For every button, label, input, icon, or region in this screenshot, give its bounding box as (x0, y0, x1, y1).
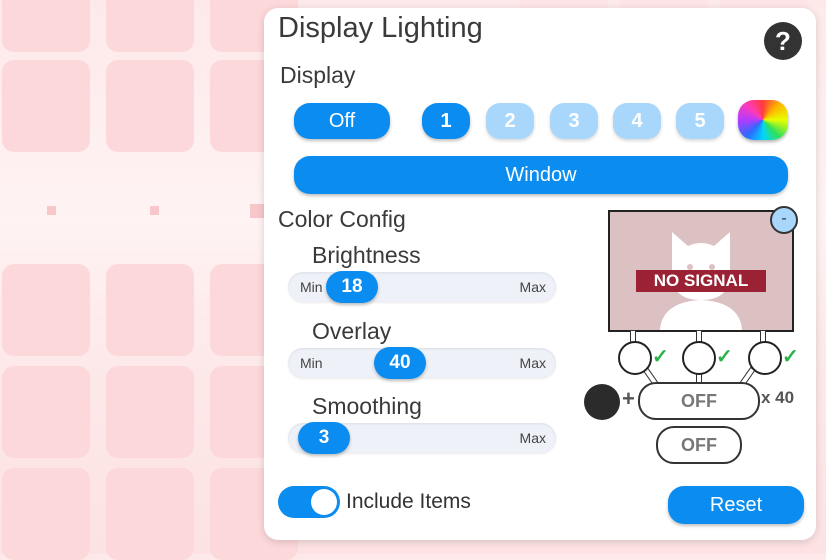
check-icon: ✓ (716, 346, 733, 368)
bg-tile (2, 0, 90, 52)
window-button[interactable]: Window (294, 156, 788, 194)
bg-tile (2, 60, 90, 152)
bg-dot (250, 204, 264, 218)
bg-dot (47, 206, 56, 215)
help-button[interactable]: ? (764, 22, 802, 60)
overlay-label: Overlay (312, 318, 392, 344)
preview-monitor: NO SIGNAL (608, 210, 794, 332)
bg-tile (106, 468, 194, 560)
smoothing-thumb[interactable]: 3 (298, 422, 350, 454)
overlay-max-label: Max (519, 355, 546, 371)
input-node-1[interactable] (618, 341, 652, 375)
brightness-slider[interactable]: Min Max 18 (288, 271, 556, 303)
bg-dot (150, 206, 159, 215)
rainbow-color-button[interactable] (738, 100, 788, 140)
color-config-section-label: Color Config (278, 206, 406, 232)
brightness-min-label: Min (300, 279, 323, 295)
output-pill-2[interactable]: OFF (656, 426, 742, 464)
display-off-button[interactable]: Off (294, 103, 390, 139)
brightness-thumb[interactable]: 18 (326, 271, 378, 303)
display-button-3[interactable]: 3 (550, 103, 598, 139)
bg-tile (106, 264, 194, 356)
smoothing-max-label: Max (519, 430, 546, 446)
bg-tile (106, 366, 194, 458)
display-section-label: Display (280, 62, 356, 88)
display-button-1[interactable]: 1 (422, 103, 470, 139)
display-button-2[interactable]: 2 (486, 103, 534, 139)
bg-tile (106, 0, 194, 52)
panel-title: Display Lighting (278, 12, 483, 44)
brightness-label: Brightness (312, 242, 421, 268)
output-pill-1[interactable]: OFF (638, 382, 760, 420)
overlay-slider[interactable]: Min Max 40 (288, 347, 556, 379)
smoothing-label: Smoothing (312, 393, 422, 419)
input-node-2[interactable] (682, 341, 716, 375)
bg-tile (2, 264, 90, 356)
display-lighting-panel: Display Lighting ? Display Off 1 2 3 4 5… (264, 8, 816, 540)
include-items-toggle[interactable] (278, 486, 340, 518)
toggle-knob (311, 489, 337, 515)
smoothing-slider[interactable]: Max 3 (288, 422, 556, 454)
brightness-max-label: Max (519, 279, 546, 295)
bg-tile (106, 60, 194, 152)
display-button-5[interactable]: 5 (676, 103, 724, 139)
input-node-3[interactable] (748, 341, 782, 375)
overlay-thumb[interactable]: 40 (374, 347, 426, 379)
overlay-min-label: Min (300, 355, 323, 371)
bg-tile (2, 468, 90, 560)
bg-tile (2, 366, 90, 458)
collapse-preview-button[interactable]: - (770, 206, 798, 234)
check-icon: ✓ (782, 346, 799, 368)
include-items-label: Include Items (346, 490, 471, 513)
display-button-4[interactable]: 4 (613, 103, 661, 139)
multiplier-label: x 40 (761, 388, 795, 407)
color-swatch[interactable] (584, 384, 620, 420)
plus-icon: + (622, 386, 635, 411)
reset-button[interactable]: Reset (668, 486, 804, 524)
check-icon: ✓ (652, 346, 669, 368)
no-signal-label: NO SIGNAL (636, 270, 766, 292)
